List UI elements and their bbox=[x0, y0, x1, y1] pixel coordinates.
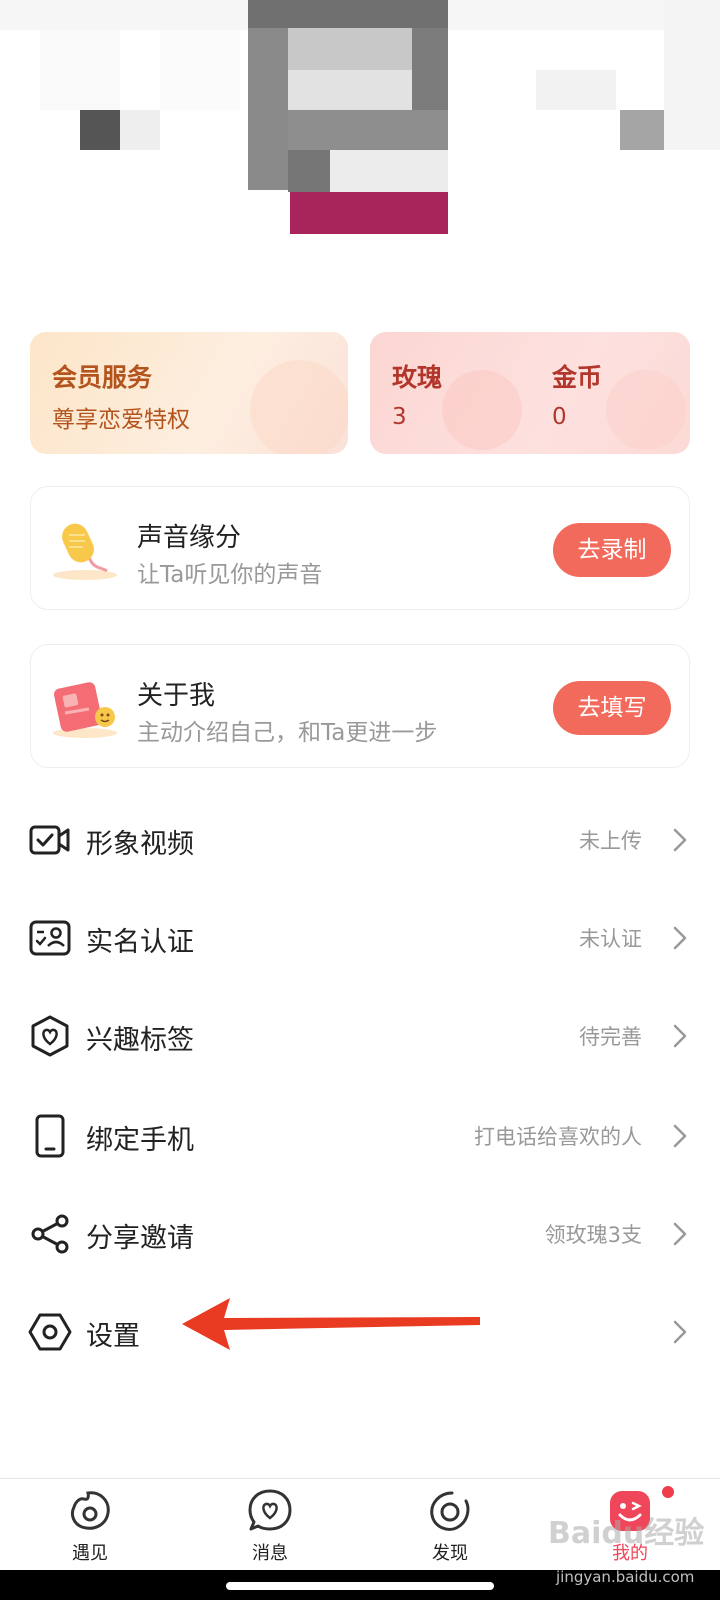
watermark-url: jingyan.baidu.com bbox=[556, 1568, 695, 1586]
microphone-icon bbox=[53, 523, 117, 580]
menu-label: 分享邀请 bbox=[86, 1223, 194, 1254]
chevron-right-icon bbox=[673, 1124, 687, 1148]
nav-label: 遇见 bbox=[72, 1543, 108, 1564]
coins-balance[interactable]: 金币 0 bbox=[552, 358, 602, 430]
roses-label: 玫瑰 bbox=[392, 363, 443, 392]
chevron-right-icon bbox=[673, 926, 687, 950]
menu-item-real-name-verification[interactable]: 实名认证 未认证 bbox=[0, 892, 720, 984]
menu-item-profile-video[interactable]: 形象视频 未上传 bbox=[0, 794, 720, 886]
menu-value: 领玫瑰3支 bbox=[544, 1223, 642, 1247]
discover-icon bbox=[430, 1491, 470, 1531]
home-indicator[interactable] bbox=[226, 1582, 494, 1590]
nav-label: 发现 bbox=[432, 1543, 468, 1564]
roses-balance[interactable]: 玫瑰 3 bbox=[392, 358, 442, 430]
voice-card-subtitle: 让Ta听见你的声音 bbox=[137, 562, 323, 588]
about-me-card: 关于我 主动介绍自己，和Ta更进一步 去填写 bbox=[30, 644, 690, 768]
voice-card-title: 声音缘分 bbox=[137, 523, 242, 553]
fill-profile-button[interactable]: 去填写 bbox=[553, 681, 671, 735]
menu-label: 设置 bbox=[86, 1321, 140, 1352]
message-icon bbox=[248, 1489, 292, 1531]
menu-value: 未上传 bbox=[579, 829, 642, 853]
coins-value: 0 bbox=[552, 404, 567, 430]
chevron-right-icon bbox=[673, 1024, 687, 1048]
menu-value: 未认证 bbox=[579, 927, 642, 951]
chevron-right-icon bbox=[673, 1320, 687, 1344]
coins-label: 金币 bbox=[552, 363, 603, 392]
annotation-arrow bbox=[182, 1298, 480, 1350]
roses-value: 3 bbox=[392, 404, 407, 430]
about-card-subtitle: 主动介绍自己，和Ta更进一步 bbox=[137, 720, 438, 746]
share-icon bbox=[31, 1214, 69, 1254]
menu-item-bind-phone[interactable]: 绑定手机 打电话给喜欢的人 bbox=[0, 1090, 720, 1182]
menu-label: 绑定手机 bbox=[86, 1125, 194, 1156]
heart-shield-icon bbox=[31, 1015, 69, 1057]
profile-card-icon bbox=[53, 682, 117, 738]
wallet-card: 玫瑰 3 金币 0 bbox=[370, 332, 690, 454]
record-voice-button[interactable]: 去录制 bbox=[553, 523, 671, 577]
nav-tab-messages[interactable]: 消息 bbox=[210, 1487, 330, 1571]
meet-icon bbox=[70, 1491, 110, 1530]
chevron-right-icon bbox=[673, 1222, 687, 1246]
settings-hexagon-icon bbox=[28, 1313, 72, 1351]
about-card-title: 关于我 bbox=[137, 681, 216, 711]
nav-tab-discover[interactable]: 发现 bbox=[390, 1487, 510, 1571]
menu-value: 待完善 bbox=[579, 1025, 642, 1049]
menu-label: 兴趣标签 bbox=[86, 1025, 194, 1056]
menu-item-share-invite[interactable]: 分享邀请 领玫瑰3支 bbox=[0, 1188, 720, 1280]
profile-header-pixelated bbox=[0, 0, 720, 240]
menu-label: 形象视频 bbox=[86, 829, 194, 860]
vip-card-subtitle: 尊享恋爱特权 bbox=[52, 407, 190, 433]
id-card-icon bbox=[29, 920, 71, 956]
video-check-icon bbox=[29, 825, 70, 855]
menu-item-interest-tags[interactable]: 兴趣标签 待完善 bbox=[0, 990, 720, 1082]
phone-icon bbox=[35, 1114, 65, 1158]
watermark-logo: Baidu经验 bbox=[548, 1516, 705, 1551]
vip-card-title: 会员服务 bbox=[52, 363, 153, 392]
menu-label: 实名认证 bbox=[86, 927, 194, 958]
voice-match-card: 声音缘分 让Ta听见你的声音 去录制 bbox=[30, 486, 690, 610]
nav-label: 消息 bbox=[252, 1543, 288, 1564]
vip-service-card[interactable]: 会员服务 尊享恋爱特权 bbox=[30, 332, 348, 454]
notification-dot bbox=[662, 1486, 674, 1498]
chevron-right-icon bbox=[673, 828, 687, 852]
nav-tab-meet[interactable]: 遇见 bbox=[30, 1487, 150, 1571]
menu-value: 打电话给喜欢的人 bbox=[474, 1125, 642, 1149]
